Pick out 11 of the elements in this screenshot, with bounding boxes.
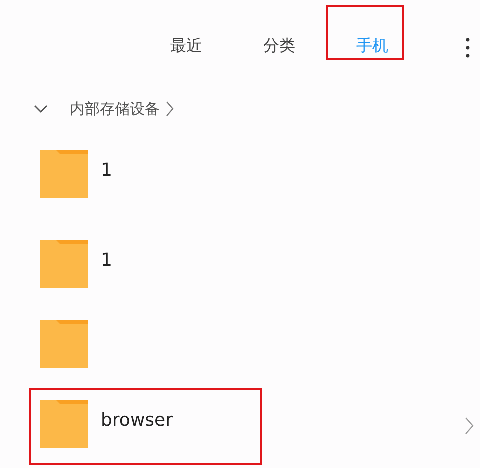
- folder-name[interactable]: 1: [101, 160, 112, 181]
- folder-name[interactable]: 1: [101, 250, 112, 271]
- chevron-right-icon[interactable]: [465, 417, 474, 435]
- more-menu-icon[interactable]: [466, 38, 470, 58]
- folder-name[interactable]: browser: [101, 410, 174, 431]
- tab[interactable]: 最近: [170, 36, 202, 56]
- storage-label[interactable]: 内部存储设备: [70, 100, 160, 118]
- tab[interactable]: 分类: [264, 36, 296, 56]
- folder-icon: [40, 400, 88, 448]
- chevron-down-icon[interactable]: [34, 105, 48, 113]
- chevron-right-icon: [166, 101, 174, 117]
